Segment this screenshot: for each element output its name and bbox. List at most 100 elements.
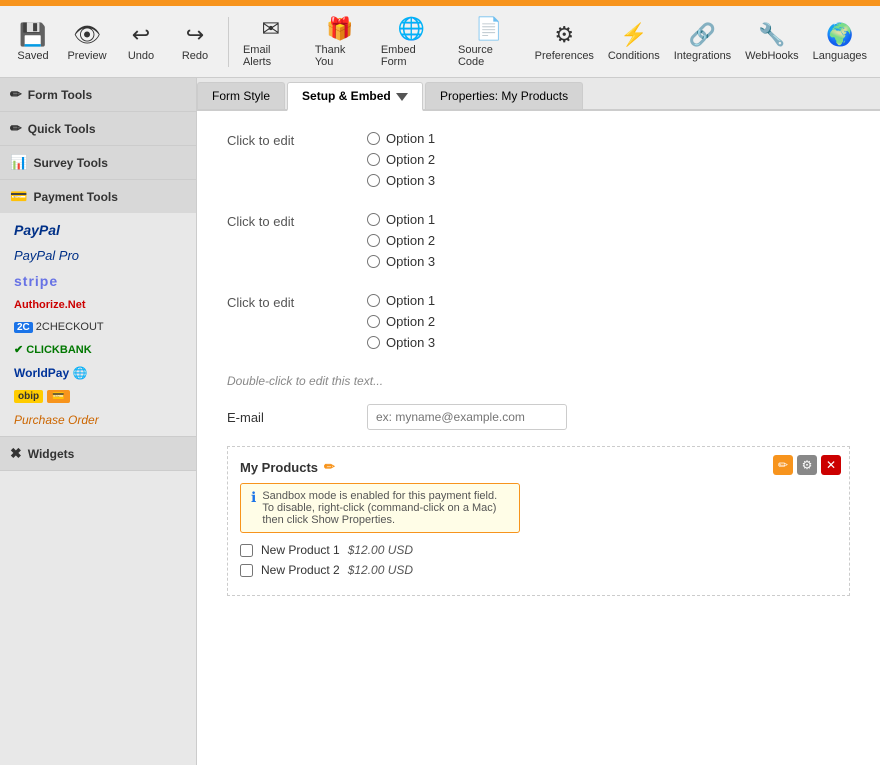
sidebar-item-form-tools[interactable]: ✏ Form Tools (0, 78, 196, 111)
field-label-3[interactable]: Click to edit (227, 293, 367, 310)
toolbar-email-alerts[interactable]: ✉ Email Alerts (237, 12, 305, 72)
quick-tools-icon: ✏ (10, 120, 22, 137)
sidebar-section-payment-tools: 💳 Payment Tools PayPal PayPal Pro stripe… (0, 180, 196, 437)
redo-icon: ↪ (186, 22, 204, 48)
toolbar-preferences[interactable]: ⚙ Preferences (530, 18, 599, 66)
email-field-row: E-mail (227, 404, 850, 430)
product-checkbox-1[interactable] (240, 544, 253, 557)
sidebar-section-survey-tools: 📊 Survey Tools (0, 146, 196, 180)
field-label-2[interactable]: Click to edit (227, 212, 367, 229)
payment-tools-icon: 💳 (10, 188, 27, 205)
sidebar-section-quick-tools: ✏ Quick Tools (0, 112, 196, 146)
widget-settings-button[interactable]: ⚙ (797, 455, 817, 475)
sidebar-item-paypal-pro[interactable]: PayPal Pro (0, 243, 196, 268)
widget-edit-button[interactable]: ✏ (773, 455, 793, 475)
tab-setup-embed[interactable]: Setup & Embed (287, 82, 423, 111)
radio-input-3-3[interactable] (367, 336, 380, 349)
toolbar-conditions[interactable]: ⚡ Conditions (603, 18, 665, 66)
payment-widget-header: My Products ✏ (240, 459, 837, 475)
integrations-icon: 🔗 (689, 22, 716, 48)
form-field-group-1: Click to edit Option 1 Option 2 Option 3 (227, 131, 850, 188)
toolbar: 💾 Saved 👁 Preview ↩ Undo ↪ Redo ✉ Email … (0, 6, 880, 78)
radio-option-3-3[interactable]: Option 3 (367, 335, 435, 350)
radio-group-1: Option 1 Option 2 Option 3 (367, 131, 435, 188)
product-item-1: New Product 1 $12.00 USD (240, 543, 520, 557)
radio-input-1-2[interactable] (367, 153, 380, 166)
radio-option-2-1[interactable]: Option 1 (367, 212, 435, 227)
radio-input-2-3[interactable] (367, 255, 380, 268)
product-checkbox-2[interactable] (240, 564, 253, 577)
embed-icon: 🌐 (398, 16, 425, 42)
radio-group-3: Option 1 Option 2 Option 3 (367, 293, 435, 350)
payment-items-list: PayPal PayPal Pro stripe Authorize.Net 2… (0, 213, 196, 436)
sidebar-item-authorize[interactable]: Authorize.Net (0, 294, 196, 316)
form-canvas: Click to edit Option 1 Option 2 Option 3… (197, 111, 880, 765)
toolbar-source-code[interactable]: 📄 Source Code (452, 12, 526, 72)
sidebar-item-stripe[interactable]: stripe (0, 268, 196, 294)
radio-option-2-3[interactable]: Option 3 (367, 254, 435, 269)
toolbar-languages[interactable]: 🌍 Languages (808, 18, 872, 66)
double-click-text[interactable]: Double-click to edit this text... (227, 374, 850, 388)
sidebar-section-form-tools: ✏ Form Tools (0, 78, 196, 112)
product-price-1: $12.00 USD (348, 543, 413, 557)
product-price-2: $12.00 USD (348, 563, 413, 577)
radio-input-1-1[interactable] (367, 132, 380, 145)
product-item-2: New Product 2 $12.00 USD (240, 563, 520, 577)
toolbar-preview[interactable]: 👁 Preview (62, 18, 112, 66)
sidebar-item-clickbank[interactable]: ✔ CLICKBANK (0, 338, 196, 361)
email-input[interactable] (367, 404, 567, 430)
sidebar-item-obip[interactable]: obip💳 (0, 385, 196, 408)
sidebar-item-quick-tools[interactable]: ✏ Quick Tools (0, 112, 196, 145)
radio-option-1-3[interactable]: Option 3 (367, 173, 435, 188)
widget-delete-button[interactable]: ✕ (821, 455, 841, 475)
toolbar-integrations[interactable]: 🔗 Integrations (669, 18, 736, 66)
languages-icon: 🌍 (826, 22, 853, 48)
sidebar: ✏ Form Tools ✏ Quick Tools 📊 Survey Tool… (0, 78, 197, 765)
tab-cursor (396, 93, 408, 101)
radio-option-2-2[interactable]: Option 2 (367, 233, 435, 248)
email-icon: ✉ (262, 16, 280, 42)
webhooks-icon: 🔧 (758, 22, 785, 48)
field-label-1[interactable]: Click to edit (227, 131, 367, 148)
toolbar-redo[interactable]: ↪ Redo (170, 18, 220, 66)
toolbar-embed-form[interactable]: 🌐 Embed Form (375, 12, 448, 72)
sidebar-item-survey-tools[interactable]: 📊 Survey Tools (0, 146, 196, 179)
toolbar-webhooks[interactable]: 🔧 WebHooks (740, 18, 804, 66)
main-layout: ✏ Form Tools ✏ Quick Tools 📊 Survey Tool… (0, 78, 880, 765)
radio-input-1-3[interactable] (367, 174, 380, 187)
tab-properties[interactable]: Properties: My Products (425, 82, 583, 109)
payment-widget: My Products ✏ ✏ ⚙ ✕ ℹ Sandbox mode is en… (227, 446, 850, 596)
radio-input-2-2[interactable] (367, 234, 380, 247)
sandbox-notice: ℹ Sandbox mode is enabled for this payme… (240, 483, 520, 533)
content-area: Form Style Setup & Embed Properties: My … (197, 78, 880, 765)
radio-option-1-2[interactable]: Option 2 (367, 152, 435, 167)
radio-option-1-1[interactable]: Option 1 (367, 131, 435, 146)
sidebar-section-widgets: ✖ Widgets (0, 437, 196, 471)
radio-option-3-1[interactable]: Option 1 (367, 293, 435, 308)
sidebar-item-purchase-order[interactable]: Purchase Order (0, 408, 196, 432)
email-label: E-mail (227, 410, 367, 425)
toolbar-sep1 (228, 17, 229, 67)
sidebar-item-widgets[interactable]: ✖ Widgets (0, 437, 196, 470)
radio-option-3-2[interactable]: Option 2 (367, 314, 435, 329)
thankyou-icon: 🎁 (326, 16, 353, 42)
radio-input-3-1[interactable] (367, 294, 380, 307)
toolbar-saved[interactable]: 💾 Saved (8, 18, 58, 66)
tab-bar: Form Style Setup & Embed Properties: My … (197, 78, 880, 111)
sidebar-item-payment-tools[interactable]: 💳 Payment Tools (0, 180, 196, 213)
save-icon: 💾 (19, 22, 46, 48)
radio-input-2-1[interactable] (367, 213, 380, 226)
prefs-icon: ⚙ (554, 22, 574, 48)
sidebar-item-2checkout[interactable]: 2C 2CHECKOUT (0, 316, 196, 338)
form-field-group-2: Click to edit Option 1 Option 2 Option 3 (227, 212, 850, 269)
toolbar-undo[interactable]: ↩ Undo (116, 18, 166, 66)
preview-icon: 👁 (73, 22, 101, 48)
undo-icon: ↩ (132, 22, 150, 48)
form-tools-icon: ✏ (10, 86, 22, 103)
radio-input-3-2[interactable] (367, 315, 380, 328)
form-field-group-3: Click to edit Option 1 Option 2 Option 3 (227, 293, 850, 350)
sidebar-item-worldpay[interactable]: WorldPay 🌐 (0, 361, 196, 385)
toolbar-thank-you[interactable]: 🎁 Thank You (309, 12, 371, 72)
tab-form-style[interactable]: Form Style (197, 82, 285, 109)
sidebar-item-paypal[interactable]: PayPal (0, 217, 196, 243)
